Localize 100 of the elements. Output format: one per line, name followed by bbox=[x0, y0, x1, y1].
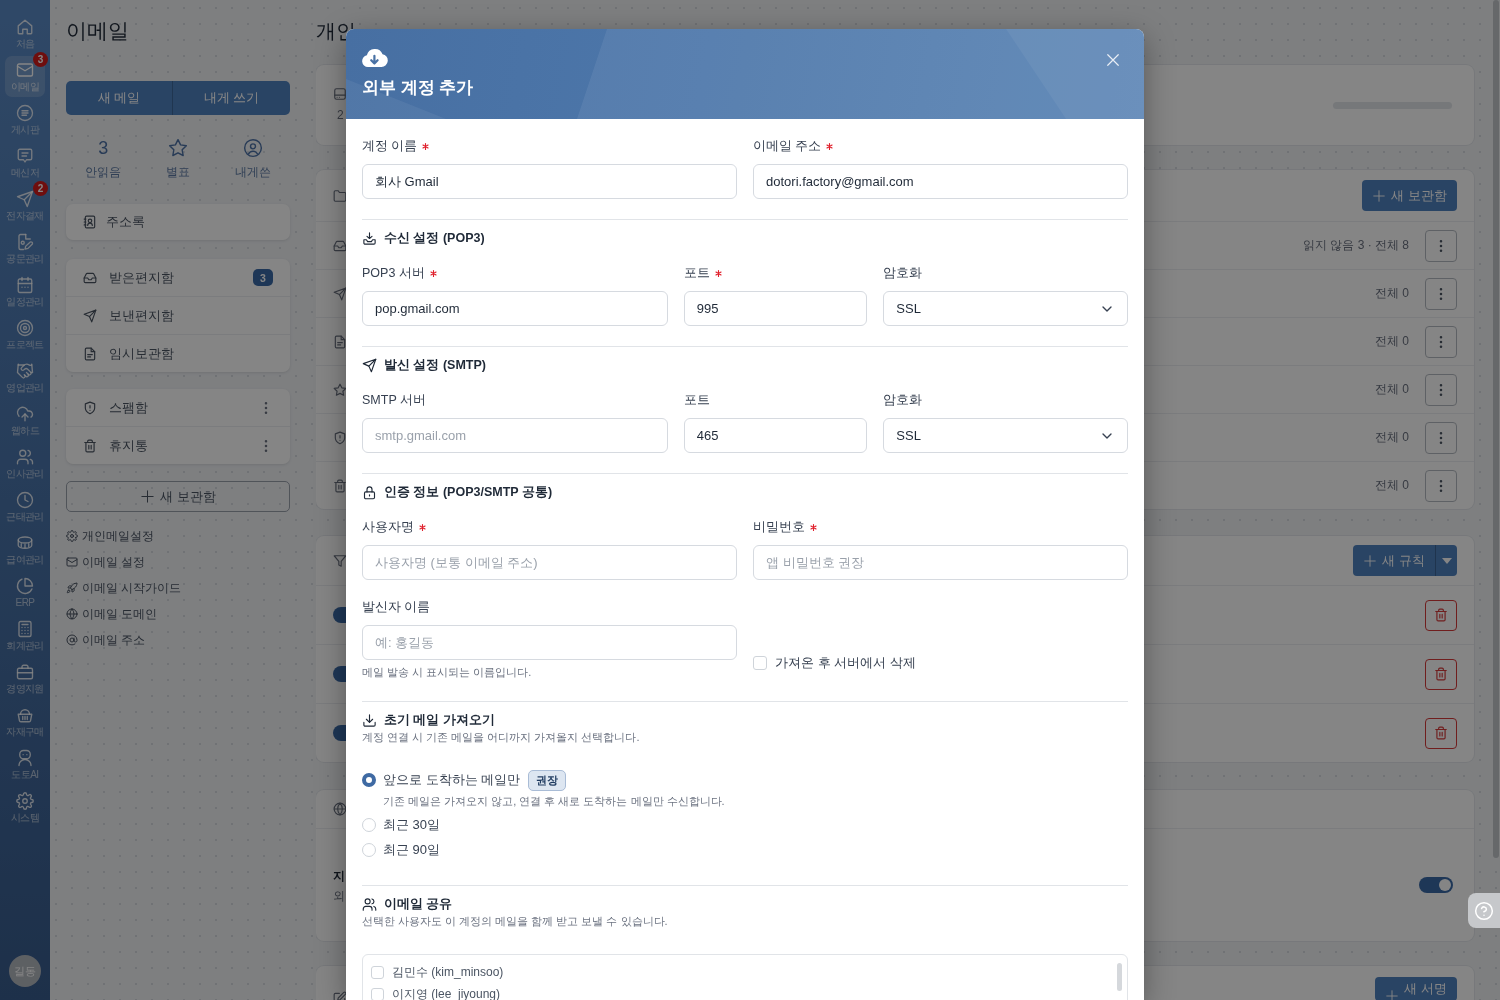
plus-icon bbox=[1385, 989, 1400, 1000]
star-icon bbox=[168, 138, 188, 158]
envelope-icon bbox=[66, 556, 78, 568]
checkbox[interactable] bbox=[753, 656, 767, 670]
select-field[interactable]: SSL bbox=[883, 291, 1128, 326]
delete-button[interactable] bbox=[1425, 599, 1457, 631]
write-to-self-button[interactable]: 내게 쓰기 bbox=[172, 81, 290, 115]
folder-item[interactable]: 임시보관함 bbox=[66, 334, 290, 372]
input-field[interactable]: 회사 Gmail bbox=[362, 164, 737, 199]
coin-icon bbox=[16, 534, 34, 552]
robot-icon bbox=[16, 749, 34, 767]
input-field[interactable]: smtp.gmail.com bbox=[362, 418, 668, 453]
download-icon bbox=[362, 712, 377, 728]
new-folder-button[interactable]: 새 보관함 bbox=[66, 481, 290, 512]
input-field[interactable]: 465 bbox=[683, 418, 868, 453]
field-label: 계정 이름 bbox=[362, 137, 418, 155]
field-label: 이메일 주소 bbox=[753, 137, 822, 155]
clock-icon bbox=[16, 491, 34, 509]
folder-item[interactable]: 휴지통 bbox=[66, 426, 290, 464]
folder-item[interactable]: 보낸편지함 bbox=[66, 296, 290, 334]
scrollbar[interactable] bbox=[1117, 963, 1122, 991]
checkbox[interactable] bbox=[371, 987, 384, 1000]
field-label: 발신자 이름 bbox=[362, 598, 431, 616]
input-field[interactable]: pop.gmail.com bbox=[362, 291, 668, 326]
basket-icon bbox=[16, 706, 34, 724]
new-signature-button[interactable]: 새 서명 bbox=[1375, 977, 1457, 1000]
more-button[interactable] bbox=[1425, 421, 1457, 454]
calendar-icon bbox=[16, 276, 34, 294]
envelope-icon bbox=[16, 61, 34, 79]
unread-filter-button[interactable]: 3 안읽음 bbox=[85, 137, 122, 180]
more-button[interactable] bbox=[1425, 469, 1457, 502]
input-field[interactable]: 사용자명 (보통 이메일 주소) bbox=[362, 545, 737, 580]
select-field[interactable]: SSL bbox=[883, 418, 1128, 453]
document-icon bbox=[333, 334, 347, 349]
folder-item[interactable]: 스팸함 bbox=[66, 389, 290, 426]
storage-reading: 2 bbox=[337, 107, 344, 123]
delete-button[interactable] bbox=[1425, 717, 1457, 749]
radio-option[interactable]: 앞으로 도착하는 메일만 bbox=[362, 771, 521, 789]
delete-button[interactable] bbox=[1425, 658, 1457, 690]
settings-icon bbox=[16, 792, 34, 810]
new-mail-button[interactable]: 새 메일 bbox=[66, 81, 173, 115]
trash-icon bbox=[1434, 608, 1448, 622]
message-count: 전체 0 bbox=[1375, 429, 1409, 446]
briefcase-icon bbox=[16, 663, 34, 681]
section-title: 초기 메일 가져오기 bbox=[384, 711, 495, 729]
paper-plane-icon bbox=[16, 190, 34, 208]
chat-icon bbox=[16, 147, 34, 165]
input-field[interactable]: 예: 홍길동 bbox=[362, 625, 737, 660]
rocket-icon bbox=[66, 582, 78, 594]
option-description: 기존 메일은 가져오지 않고, 연결 후 새로 도착하는 메일만 수신합니다. bbox=[383, 794, 725, 809]
target-icon bbox=[16, 319, 34, 337]
checkbox[interactable] bbox=[371, 965, 384, 979]
sidebar-link[interactable]: 이메일 설정 bbox=[66, 555, 146, 569]
field-hint: 메일 발송 시 표시되는 이름입니다. bbox=[362, 665, 532, 680]
field-label: 포트 bbox=[683, 264, 710, 282]
address-book-button[interactable]: 주소록 bbox=[66, 204, 290, 240]
plus-icon bbox=[1372, 188, 1387, 203]
sidebar-link[interactable]: 이메일 시작가이드 bbox=[66, 581, 182, 595]
toggle-switch[interactable] bbox=[1419, 877, 1453, 893]
input-field[interactable]: 995 bbox=[683, 291, 868, 326]
sent-to-self-filter-button[interactable]: 내게쓴 bbox=[234, 137, 271, 180]
starred-filter-button[interactable]: 별표 bbox=[166, 137, 190, 180]
checkbox-option[interactable]: 가져온 후 서버에서 삭제 bbox=[753, 654, 916, 672]
radio-button[interactable] bbox=[362, 773, 376, 787]
sidebar-link[interactable]: 이메일 주소 bbox=[66, 633, 146, 647]
folder-icon bbox=[333, 188, 347, 203]
more-button[interactable] bbox=[1425, 373, 1457, 406]
globe-icon bbox=[66, 608, 78, 620]
document-pen-icon bbox=[16, 233, 34, 251]
scrollbar[interactable] bbox=[1493, 0, 1499, 858]
radio-option[interactable]: 최근 30일 bbox=[362, 816, 441, 834]
more-button[interactable] bbox=[1425, 277, 1457, 310]
section-title: 발신 설정 (SMTP) bbox=[384, 356, 486, 374]
paper-plane-icon bbox=[362, 357, 377, 373]
checkbox-option[interactable]: 이지영 (lee_jiyoung) bbox=[371, 986, 501, 1000]
input-field[interactable]: 앱 비밀번호 권장 bbox=[753, 545, 1128, 580]
plus-icon bbox=[1363, 553, 1378, 568]
field-label: 비밀번호 bbox=[753, 518, 805, 536]
field-label: 암호화 bbox=[883, 264, 923, 282]
trash-icon bbox=[83, 438, 97, 453]
new-rule-button[interactable]: 새 규칙 bbox=[1353, 545, 1435, 576]
radio-option[interactable]: 최근 90일 bbox=[362, 841, 441, 859]
section-description: 계정 연결 시 기존 메일을 어디까지 가져올지 선택합니다. bbox=[362, 730, 640, 745]
folder-item[interactable]: 받은편지함 3 bbox=[66, 259, 290, 296]
list-icon bbox=[16, 104, 34, 122]
more-button[interactable] bbox=[1425, 325, 1457, 358]
help-button[interactable] bbox=[1468, 893, 1500, 928]
checkbox-option[interactable]: 김민수 (kim_minsoo) bbox=[371, 964, 504, 980]
more-button[interactable] bbox=[1425, 229, 1457, 262]
new-folder-button[interactable]: 새 보관함 bbox=[1362, 180, 1457, 211]
dropdown-button[interactable] bbox=[1435, 545, 1457, 576]
input-field[interactable]: dotori.factory@gmail.com bbox=[753, 164, 1128, 199]
sidebar-link[interactable]: 이메일 도메인 bbox=[66, 607, 158, 621]
filter-icon bbox=[333, 553, 347, 568]
user-circle-icon bbox=[242, 138, 263, 158]
message-count: 읽지 않음 3 · 전체 8 bbox=[1303, 237, 1409, 254]
recommended-badge: 권장 bbox=[528, 769, 567, 791]
message-count: 전체 0 bbox=[1375, 381, 1409, 398]
sidebar-link[interactable]: 개인메일설정 bbox=[66, 529, 154, 543]
handshake-icon bbox=[16, 362, 34, 380]
